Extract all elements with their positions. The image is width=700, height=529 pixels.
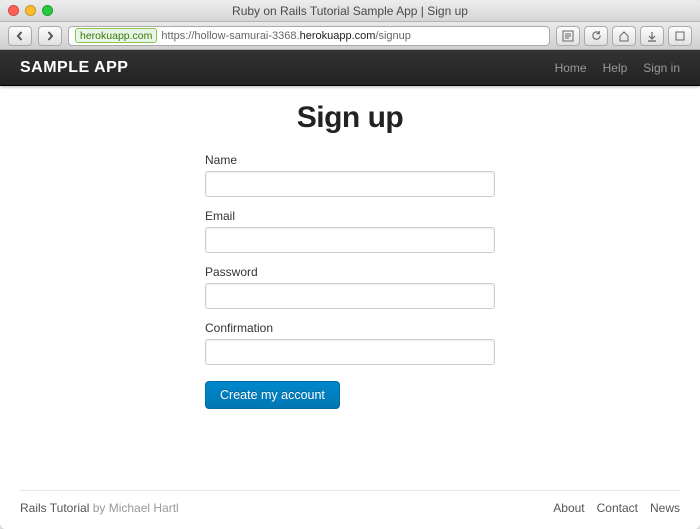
footer: Rails Tutorial by Michael Hartl About Co… <box>20 490 680 529</box>
chevron-right-icon <box>45 31 55 41</box>
brand-link[interactable]: SAMPLE APP <box>20 59 128 77</box>
home-icon <box>618 30 630 42</box>
zoom-icon[interactable] <box>42 5 53 16</box>
window-title: Ruby on Rails Tutorial Sample App | Sign… <box>0 4 700 18</box>
form-group-password: Password <box>205 265 495 309</box>
form-group-confirmation: Confirmation <box>205 321 495 365</box>
name-input[interactable] <box>205 171 495 197</box>
browser-window: Ruby on Rails Tutorial Sample App | Sign… <box>0 0 700 529</box>
reader-icon <box>562 30 574 42</box>
page-viewport: SAMPLE APP Home Help Sign in Sign up Nam… <box>0 50 700 529</box>
footer-right: About Contact News <box>553 501 680 515</box>
email-label: Email <box>205 209 495 223</box>
main-container: Sign up Name Email Password Confirmation <box>0 86 700 465</box>
puzzle-icon <box>674 30 686 42</box>
nav-home[interactable]: Home <box>555 61 587 75</box>
footer-by-text: by Michael Hartl <box>89 501 178 515</box>
home-button[interactable] <box>612 26 636 46</box>
confirmation-input[interactable] <box>205 339 495 365</box>
footer-about[interactable]: About <box>553 501 584 515</box>
name-label: Name <box>205 153 495 167</box>
footer-news[interactable]: News <box>650 501 680 515</box>
nav-links: Home Help Sign in <box>555 61 680 75</box>
form-group-email: Email <box>205 209 495 253</box>
footer-tutorial-link[interactable]: Rails Tutorial <box>20 501 89 515</box>
download-icon <box>646 30 658 42</box>
address-bar[interactable]: herokuapp.com https://hollow-samurai-336… <box>68 26 550 46</box>
close-icon[interactable] <box>8 5 19 16</box>
reload-button[interactable] <box>584 26 608 46</box>
back-button[interactable] <box>8 26 32 46</box>
nav-signin[interactable]: Sign in <box>643 61 680 75</box>
reload-icon <box>591 30 602 41</box>
create-account-button[interactable]: Create my account <box>205 381 340 409</box>
footer-left: Rails Tutorial by Michael Hartl <box>20 501 179 515</box>
downloads-button[interactable] <box>640 26 664 46</box>
titlebar: Ruby on Rails Tutorial Sample App | Sign… <box>0 0 700 22</box>
chevron-left-icon <box>15 31 25 41</box>
footer-contact[interactable]: Contact <box>597 501 638 515</box>
browser-toolbar: herokuapp.com https://hollow-samurai-336… <box>0 22 700 50</box>
traffic-lights <box>8 5 53 16</box>
forward-button[interactable] <box>38 26 62 46</box>
extensions-button[interactable] <box>668 26 692 46</box>
password-label: Password <box>205 265 495 279</box>
toolbar-right <box>556 26 692 46</box>
page-title: Sign up <box>20 101 680 135</box>
nav-help[interactable]: Help <box>603 61 628 75</box>
signup-form: Name Email Password Confirmation Create … <box>205 153 495 409</box>
email-input[interactable] <box>205 227 495 253</box>
reader-button[interactable] <box>556 26 580 46</box>
url-text: https://hollow-samurai-3368.herokuapp.co… <box>161 30 411 42</box>
minimize-icon[interactable] <box>25 5 36 16</box>
confirmation-label: Confirmation <box>205 321 495 335</box>
site-identity-badge: herokuapp.com <box>75 28 157 43</box>
password-input[interactable] <box>205 283 495 309</box>
app-navbar: SAMPLE APP Home Help Sign in <box>0 50 700 86</box>
form-group-name: Name <box>205 153 495 197</box>
